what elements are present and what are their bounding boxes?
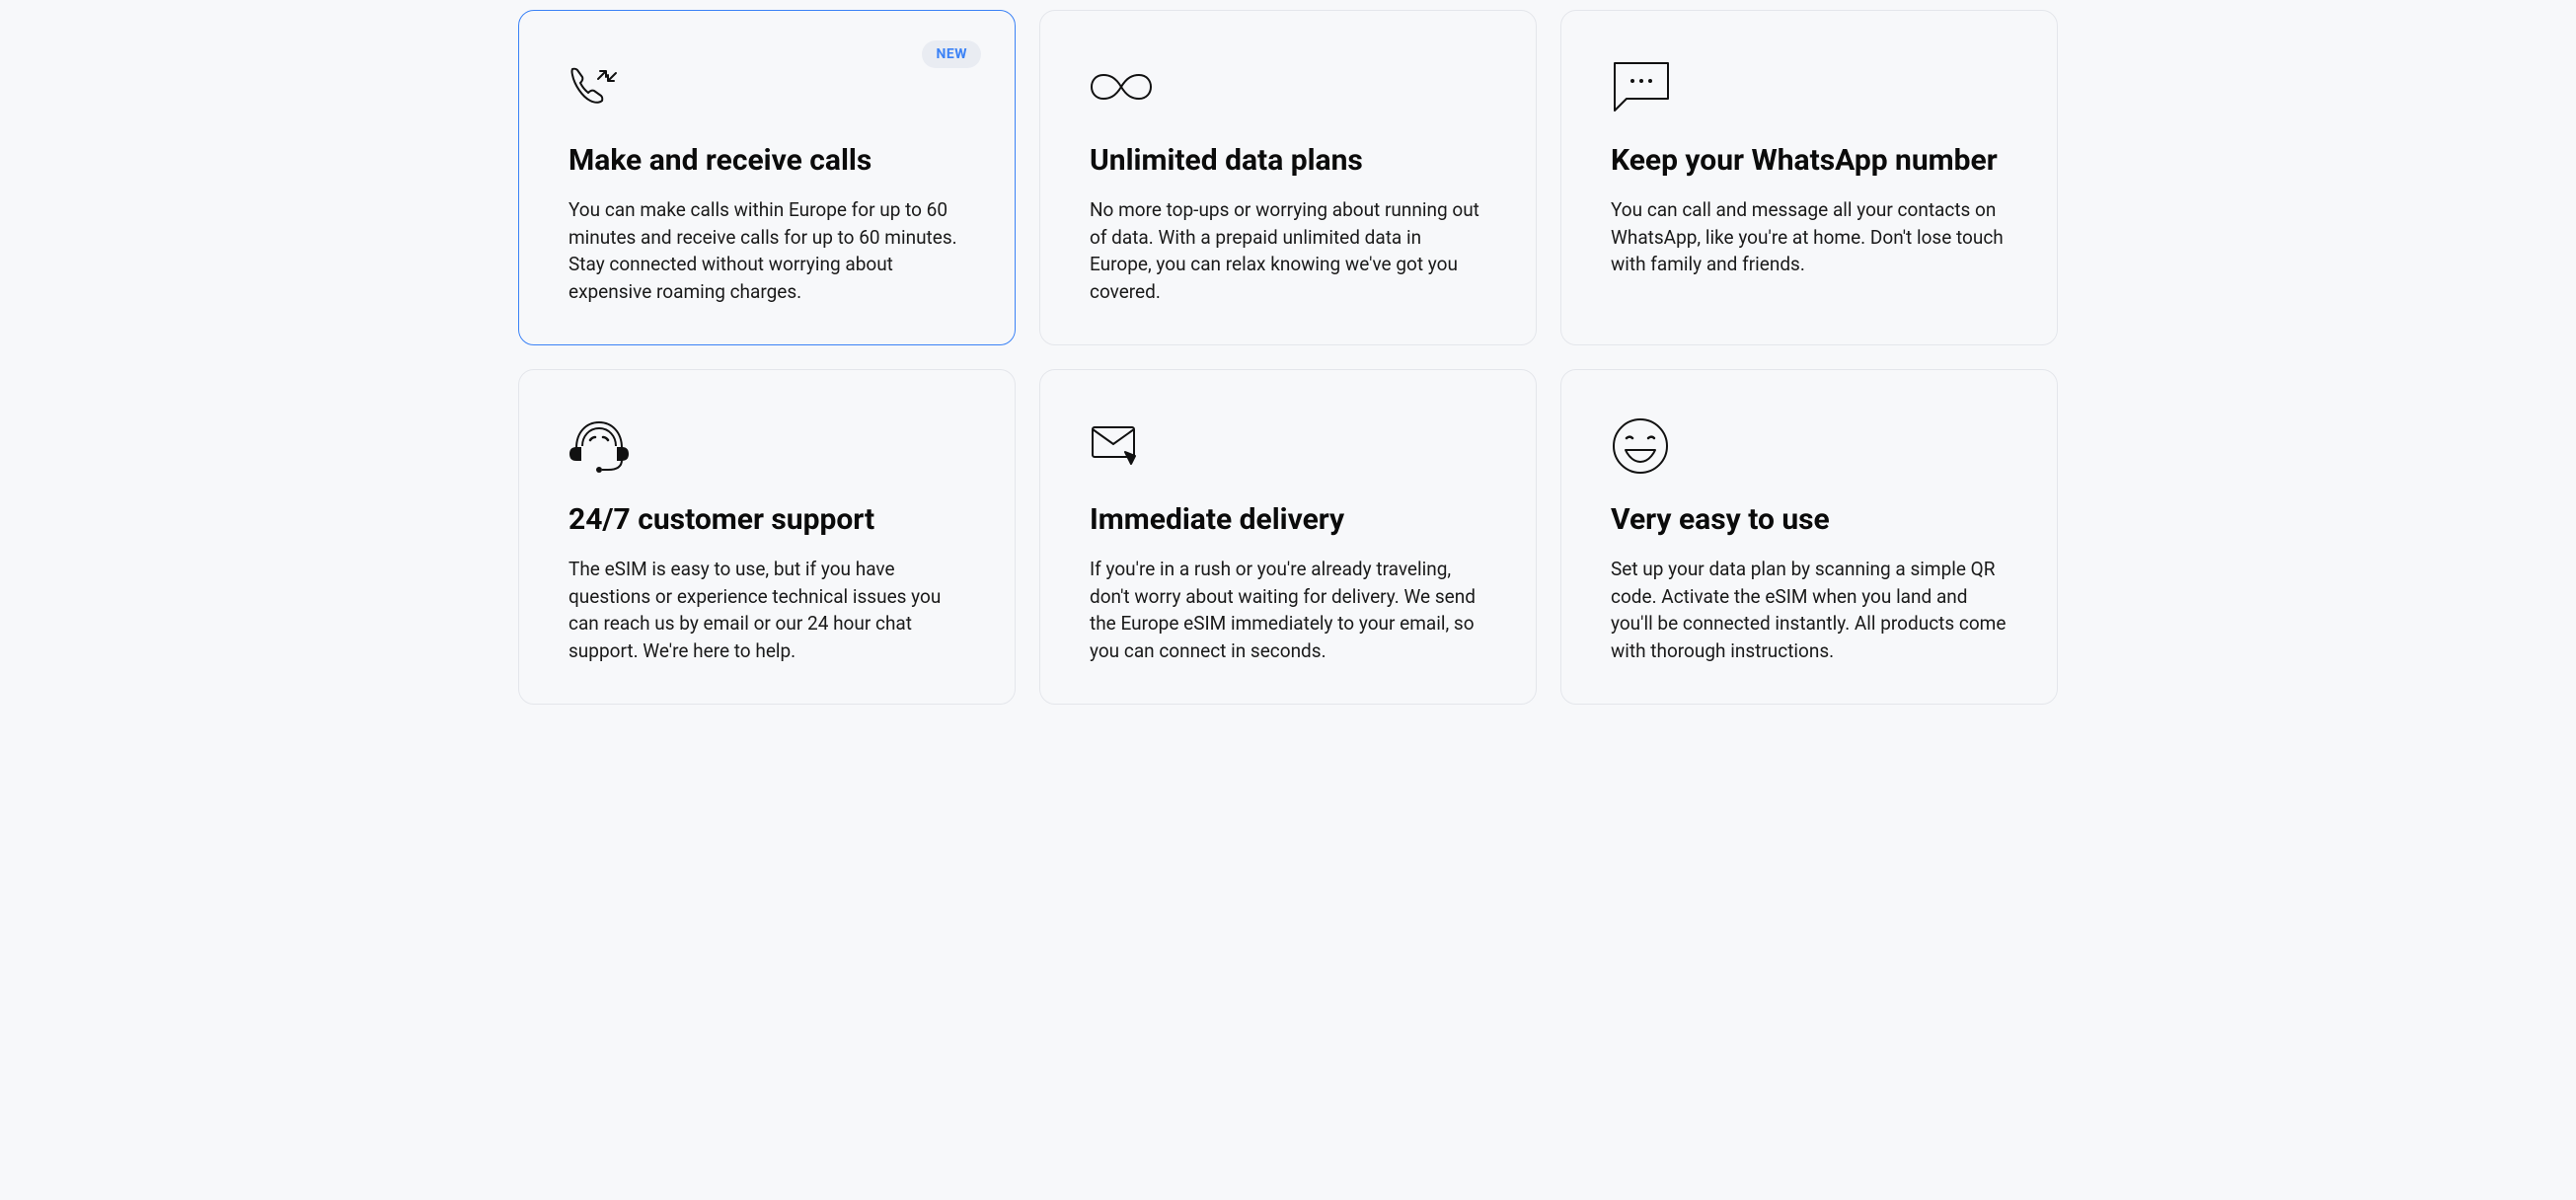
- feature-card-whatsapp: Keep your WhatsApp number You can call a…: [1560, 10, 2058, 345]
- feature-description: No more top-ups or worrying about runnin…: [1090, 196, 1486, 305]
- infinity-icon: [1090, 56, 1486, 117]
- feature-title: Immediate delivery: [1090, 502, 1486, 538]
- feature-description: You can make calls within Europe for up …: [568, 196, 965, 305]
- smile-icon: [1611, 415, 2008, 477]
- feature-title: Make and receive calls: [568, 143, 965, 179]
- feature-title: Very easy to use: [1611, 502, 2008, 538]
- feature-card-easy: Very easy to use Set up your data plan b…: [1560, 369, 2058, 705]
- feature-title: Unlimited data plans: [1090, 143, 1486, 179]
- feature-description: The eSIM is easy to use, but if you have…: [568, 556, 965, 664]
- feature-title: 24/7 customer support: [568, 502, 965, 538]
- email-fast-icon: [1090, 415, 1486, 477]
- phone-arrows-icon: [568, 56, 965, 117]
- feature-description: If you're in a rush or you're already tr…: [1090, 556, 1486, 664]
- feature-card-support: 24/7 customer support The eSIM is easy t…: [518, 369, 1016, 705]
- feature-grid: NEW Make and receive calls You can make …: [518, 10, 2058, 705]
- headset-icon: [568, 415, 965, 477]
- feature-title: Keep your WhatsApp number: [1611, 143, 2008, 179]
- feature-card-delivery: Immediate delivery If you're in a rush o…: [1039, 369, 1537, 705]
- feature-card-unlimited: Unlimited data plans No more top-ups or …: [1039, 10, 1537, 345]
- feature-description: You can call and message all your contac…: [1611, 196, 2008, 278]
- chat-bubble-icon: [1611, 56, 2008, 117]
- feature-description: Set up your data plan by scanning a simp…: [1611, 556, 2008, 664]
- feature-card-calls: NEW Make and receive calls You can make …: [518, 10, 1016, 345]
- new-badge: NEW: [922, 40, 981, 68]
